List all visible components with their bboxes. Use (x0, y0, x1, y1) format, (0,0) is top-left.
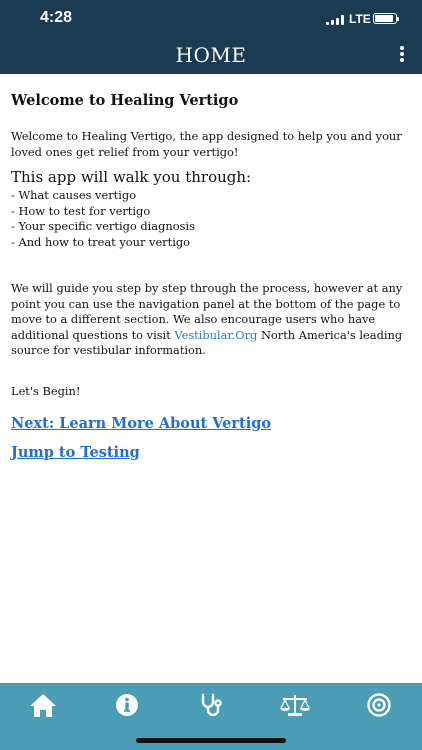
target-icon (367, 693, 391, 717)
list-item: - Your specific vertigo diagnosis (11, 219, 195, 233)
scales-icon (280, 695, 310, 716)
guide-paragraph: We will guide you step by step through t… (11, 281, 407, 359)
home-indicator (136, 738, 286, 743)
list-item: - How to test for vertigo (11, 203, 151, 218)
main-content: Welcome to Healing Vertigo Welcome to He… (11, 92, 407, 461)
app-header: 4:28 LTE HOME (0, 0, 422, 74)
status-bar: 4:28 LTE (0, 0, 422, 38)
walk-through-title: This app will walk you through: (11, 168, 252, 186)
begin-text: Let's Begin! (11, 383, 81, 398)
list-item: - And how to treat your vertigo (11, 234, 191, 249)
tab-testing[interactable] (169, 683, 253, 727)
home-icon (30, 694, 56, 717)
info-icon (116, 694, 138, 716)
tab-diagnosis[interactable] (253, 683, 337, 727)
stethoscope-icon (201, 693, 222, 717)
vestibular-link[interactable]: Vestibular.Org (174, 328, 257, 342)
page-title: HOME (175, 43, 247, 67)
network-label: LTE (349, 12, 371, 26)
battery-icon (373, 13, 399, 24)
signal-icon (326, 15, 346, 25)
walk-through-list: - What causes vertigo - How to test for … (11, 188, 407, 250)
tab-treatment[interactable] (337, 683, 421, 727)
status-time: 4:28 (40, 9, 73, 26)
intro-text: Welcome to Healing Vertigo, the app desi… (11, 129, 402, 159)
jump-testing-link[interactable]: Jump to Testing (11, 444, 407, 461)
next-learn-link[interactable]: Next: Learn More About Vertigo (11, 415, 407, 432)
tab-info[interactable] (85, 683, 169, 727)
welcome-heading: Welcome to Healing Vertigo (11, 92, 239, 109)
more-menu-icon[interactable] (400, 46, 404, 62)
tab-home[interactable] (1, 683, 85, 727)
list-item: - What causes vertigo (11, 188, 137, 202)
